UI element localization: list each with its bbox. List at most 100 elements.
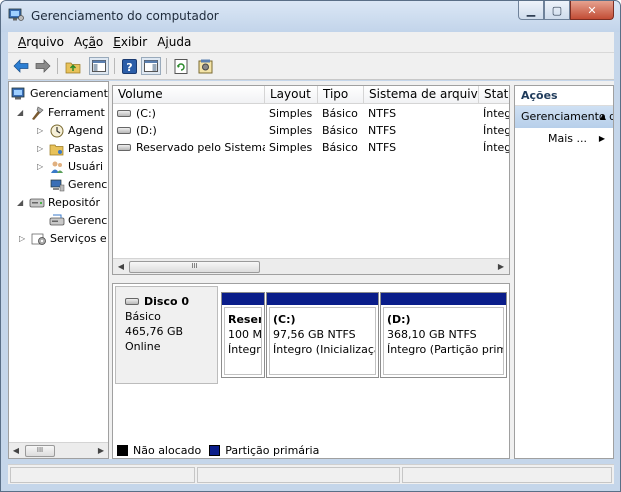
close-button[interactable]: ✕ bbox=[570, 1, 614, 20]
scroll-right-icon[interactable]: ▶ bbox=[495, 261, 507, 272]
partition-color-bar bbox=[222, 293, 264, 305]
volume-name: (C:) bbox=[136, 107, 156, 120]
tree-label: Gerenciament bbox=[30, 87, 108, 100]
disk-name-label: Disco 0 bbox=[144, 295, 190, 308]
menu-acao[interactable]: Ação bbox=[69, 35, 108, 49]
tree-item-shared-folders[interactable]: ▷ Pastas bbox=[37, 140, 103, 157]
help-button[interactable]: ? bbox=[120, 57, 138, 75]
status-segment bbox=[197, 467, 400, 483]
tree-label: Serviços e bbox=[50, 232, 107, 245]
properties-button[interactable] bbox=[196, 57, 214, 75]
tree-item-device-manager[interactable]: Gerenc bbox=[49, 176, 107, 193]
collapse-up-icon[interactable]: ▲ bbox=[600, 106, 606, 128]
window-controls: ▁ ▢ ✕ bbox=[518, 1, 614, 21]
disk-icon bbox=[125, 298, 139, 305]
menu-bar: Arquivo Ação Exibir Ajuda bbox=[8, 32, 614, 53]
actions-header: Ações bbox=[515, 86, 613, 106]
tree-horizontal-scrollbar[interactable]: ◀ III ▶ bbox=[9, 442, 108, 458]
more-actions-item[interactable]: Mais ... ▶ bbox=[515, 128, 613, 150]
tree-item-disk-management[interactable]: Gerenc bbox=[49, 212, 107, 229]
show-hide-action-pane-button[interactable] bbox=[141, 57, 161, 75]
tree-item-computer-management[interactable]: Gerenciament bbox=[11, 85, 108, 102]
legend-swatch-primary bbox=[209, 445, 221, 456]
volume-name: Reservado pelo Sistema bbox=[136, 141, 265, 154]
scroll-left-icon[interactable]: ◀ bbox=[115, 261, 127, 272]
main-area: Gerenciament ◢ Ferrament ▷ Agend ▷ Pasta… bbox=[8, 81, 614, 459]
volume-name: (D:) bbox=[136, 124, 157, 137]
actions-group-disk-management[interactable]: Gerenciamento de disco ▲ bbox=[515, 106, 613, 128]
console-tree: Gerenciament ◢ Ferrament ▷ Agend ▷ Pasta… bbox=[8, 81, 109, 459]
partition-d[interactable]: (D:) 368,10 GB NTFS Íntegro (Partição pr… bbox=[380, 292, 507, 378]
disk-card[interactable]: Disco 0 Básico 465,76 GB Online bbox=[115, 286, 218, 384]
local-users-icon bbox=[51, 161, 63, 173]
collapse-arrow-icon[interactable]: ◢ bbox=[17, 108, 26, 117]
layout-cell: Simples bbox=[269, 124, 313, 137]
up-folder-button[interactable] bbox=[64, 57, 82, 75]
tree-item-task-scheduler[interactable]: ▷ Agend bbox=[37, 122, 103, 139]
partition-color-bar bbox=[381, 293, 506, 305]
forward-button[interactable] bbox=[34, 57, 52, 75]
table-row[interactable]: Reservado pelo Sistema Simples Básico NT… bbox=[113, 139, 509, 156]
type-cell: Básico bbox=[322, 124, 358, 137]
legend: Não alocado Partição primária bbox=[117, 444, 319, 457]
partition-status: Íntegro (Sistema) bbox=[228, 343, 261, 356]
more-actions-label: Mais ... bbox=[548, 132, 588, 145]
table-row[interactable]: (D:) Simples Básico NTFS Íntegro bbox=[113, 122, 509, 139]
disk-status: Online bbox=[125, 340, 161, 353]
scroll-thumb[interactable]: III bbox=[129, 261, 260, 273]
tree-label: Gerenc bbox=[68, 178, 108, 191]
submenu-arrow-icon: ▶ bbox=[598, 134, 605, 143]
disk-management-icon bbox=[49, 214, 65, 225]
title-bar: Gerenciamento do computador ▁ ▢ ✕ bbox=[1, 1, 620, 32]
expand-arrow-icon[interactable]: ▷ bbox=[37, 126, 46, 135]
actions-pane: Ações Gerenciamento de disco ▲ Mais ... … bbox=[514, 85, 614, 459]
type-cell: Básico bbox=[322, 107, 358, 120]
menu-exibir[interactable]: Exibir bbox=[108, 35, 152, 49]
show-hide-console-tree-button[interactable] bbox=[89, 57, 109, 75]
tree-item-local-users[interactable]: ▷ Usuári bbox=[37, 158, 103, 175]
partition-name: Reservado pelo Sistema bbox=[228, 313, 261, 326]
menu-ajuda[interactable]: Ajuda bbox=[152, 35, 196, 49]
toolbar-separator bbox=[166, 58, 167, 74]
expand-arrow-icon[interactable]: ▷ bbox=[37, 162, 46, 171]
collapse-arrow-icon[interactable]: ◢ bbox=[17, 198, 26, 207]
volume-list: Volume Layout Tipo Sistema de arquivos S… bbox=[112, 85, 510, 275]
tree-item-system-tools[interactable]: ◢ Ferrament bbox=[17, 104, 105, 121]
partition-body: (C:) 97,56 GB NTFS Íntegro (Inicializaçã… bbox=[269, 307, 376, 375]
disk-name: Disco 0 bbox=[125, 294, 217, 309]
partition-c[interactable]: (C:) 97,56 GB NTFS Íntegro (Inicializaçã… bbox=[266, 292, 379, 378]
volume-list-horizontal-scrollbar[interactable]: ◀ III ▶ bbox=[113, 258, 509, 274]
status-segment bbox=[10, 467, 195, 483]
window-title: Gerenciamento do computador bbox=[31, 9, 219, 23]
up-folder-icon bbox=[65, 62, 81, 73]
column-header-volume[interactable]: Volume bbox=[113, 86, 265, 104]
refresh-button[interactable] bbox=[172, 57, 190, 75]
expand-arrow-icon[interactable]: ▷ bbox=[19, 234, 28, 243]
column-header-layout[interactable]: Layout bbox=[265, 86, 318, 104]
disk-type: Básico bbox=[125, 310, 161, 323]
column-header-status[interactable]: Status bbox=[479, 86, 509, 104]
toolbar-separator bbox=[114, 58, 115, 74]
scroll-left-icon[interactable]: ◀ bbox=[10, 445, 22, 456]
table-row[interactable]: (C:) Simples Básico NTFS Íntegro bbox=[113, 105, 509, 122]
expand-arrow-icon[interactable]: ▷ bbox=[37, 144, 46, 153]
minimize-button[interactable]: ▁ bbox=[518, 1, 544, 20]
tree-label: Agend bbox=[68, 124, 104, 137]
tree-item-storage[interactable]: ◢ Repositór bbox=[17, 194, 100, 211]
partition-name: (D:) bbox=[387, 313, 411, 326]
menu-arquivo[interactable]: Arquivo bbox=[8, 35, 69, 49]
column-header-type[interactable]: Tipo bbox=[318, 86, 364, 104]
column-header-filesystem[interactable]: Sistema de arquivos bbox=[364, 86, 479, 104]
scroll-right-icon[interactable]: ▶ bbox=[95, 445, 107, 456]
partition-color-bar bbox=[267, 293, 378, 305]
maximize-button[interactable]: ▢ bbox=[544, 1, 570, 20]
forward-arrow-icon bbox=[35, 59, 51, 73]
disk-graphical-view: Disco 0 Básico 465,76 GB Online Reservad… bbox=[112, 283, 510, 459]
tree-label: Gerenc bbox=[68, 214, 108, 227]
scroll-thumb[interactable]: III bbox=[25, 445, 55, 457]
tree-item-services[interactable]: ▷ Serviços e bbox=[19, 230, 107, 247]
back-button[interactable] bbox=[12, 57, 30, 75]
minimize-icon: ▁ bbox=[526, 3, 536, 17]
partition-system-reserved[interactable]: Reservado pelo Sistema 100 MB NTFS Ínteg… bbox=[221, 292, 265, 378]
close-icon: ✕ bbox=[587, 3, 597, 17]
